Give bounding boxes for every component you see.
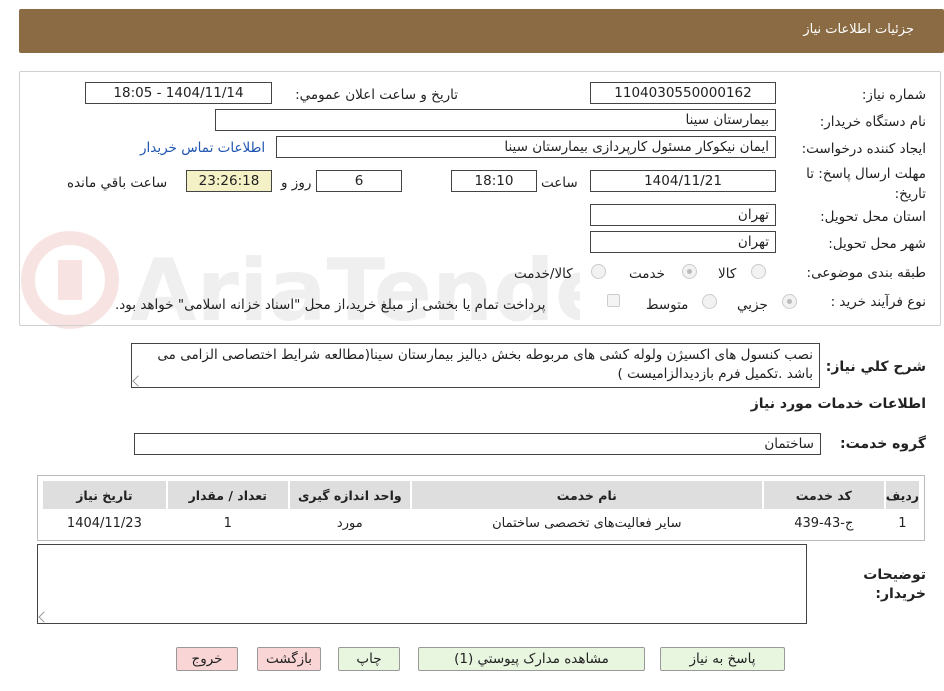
resize-handle-icon[interactable] xyxy=(132,375,144,387)
province-field: تهران xyxy=(590,204,776,226)
process-option-minor: جزيي xyxy=(737,297,768,313)
category-option-goods: کالا xyxy=(718,266,737,282)
col-date: تاريخ نياز xyxy=(41,479,168,511)
process-label: نوع فرآيند خريد : xyxy=(830,294,926,310)
description-textarea[interactable]: نصب کنسول های اکسیژن ولوله کشی های مربوط… xyxy=(131,343,820,388)
col-qty: تعداد / مقدار xyxy=(165,479,290,511)
announce-label: تاریخ و ساعت اعلان عمومي: xyxy=(295,87,458,103)
cell-name: ساير فعاليت‌های تخصصی ساختمان xyxy=(409,509,764,537)
cell-date: 1404/11/23 xyxy=(41,509,168,537)
table-header-row: رديف کد خدمت نام خدمت واحد اندازه گيری ت… xyxy=(41,479,922,511)
time-label: ساعت xyxy=(541,175,578,191)
page-title: جزئیات اطلاعات نیاز xyxy=(803,22,914,37)
exit-button[interactable]: خروج xyxy=(176,647,238,671)
process-radio-minor[interactable] xyxy=(782,294,797,309)
attachments-button[interactable]: مشاهده مدارک پيوستي (1) xyxy=(418,647,645,671)
city-label: شهر محل تحویل: xyxy=(828,236,926,252)
announce-field: 1404/11/14 - 18:05 xyxy=(85,82,272,104)
col-name: نام خدمت xyxy=(409,479,764,511)
buyer-org-label: نام دستگاه خريدار: xyxy=(819,114,926,130)
cell-unit: مورد xyxy=(287,509,412,537)
print-button[interactable]: چاپ xyxy=(338,647,400,671)
treasury-checkbox[interactable] xyxy=(607,294,620,307)
buyer-org-field: بيمارستان سينا xyxy=(215,109,776,131)
reply-button[interactable]: پاسخ به نياز xyxy=(660,647,785,671)
category-label: طبقه بندی موضوعی: xyxy=(806,265,926,281)
services-table: رديف کد خدمت نام خدمت واحد اندازه گيری ت… xyxy=(37,475,925,541)
deadline-date-field: 1404/11/21 xyxy=(590,170,776,192)
resize-handle-icon[interactable] xyxy=(38,611,50,623)
services-title: اطلاعات خدمات مورد نياز xyxy=(750,396,926,412)
page-header: جزئیات اطلاعات نیاز xyxy=(19,9,944,53)
requester-field: ايمان نيکوکار مسئول کارپردازی بيمارستان … xyxy=(276,136,776,158)
process-radio-medium[interactable] xyxy=(702,294,717,309)
need-number-field: 1104030550000162 xyxy=(590,82,776,104)
category-radio-service[interactable] xyxy=(682,264,697,279)
deadline-time-field: 18:10 xyxy=(451,170,537,192)
need-number-label: شماره نیاز: xyxy=(861,87,926,103)
category-option-service: خدمت xyxy=(629,266,665,282)
category-option-goods-service: کالا/خدمت xyxy=(514,266,573,282)
days-field: 6 xyxy=(316,170,402,192)
cell-code: ج-43-439 xyxy=(761,509,886,537)
buyer-notes-textarea[interactable] xyxy=(37,544,807,624)
contact-buyer-link[interactable]: اطلاعات تماس خريدار xyxy=(140,140,265,156)
payment-note: پرداخت تمام يا بخشی از مبلغ خريد،از محل … xyxy=(115,297,546,313)
description-text: نصب کنسول های اکسیژن ولوله کشی های مربوط… xyxy=(157,347,813,382)
remaining-time-field: 23:26:18 xyxy=(186,170,272,192)
days-label: روز و xyxy=(281,175,312,191)
remaining-label: ساعت باقي مانده xyxy=(67,175,168,191)
cell-row: 1 xyxy=(883,509,922,537)
requester-label: ايجاد کننده درخواست: xyxy=(801,141,926,157)
col-row: رديف xyxy=(883,479,922,511)
category-radio-goods[interactable] xyxy=(751,264,766,279)
col-code: کد خدمت xyxy=(761,479,886,511)
service-group-label: گروه خدمت: xyxy=(840,436,926,452)
description-label: شرح کلي نياز: xyxy=(825,359,926,375)
service-group-field: ساختمان xyxy=(134,433,821,455)
back-button[interactable]: بازگشت xyxy=(257,647,321,671)
province-label: استان محل تحویل: xyxy=(820,209,926,225)
process-option-medium: متوسط xyxy=(646,297,689,313)
deadline-label: مهلت ارسال پاسخ: تا تاریخ: xyxy=(806,166,926,202)
table-row: 1 ج-43-439 ساير فعاليت‌های تخصصی ساختمان… xyxy=(41,509,922,537)
cell-qty: 1 xyxy=(165,509,290,537)
category-radio-goods-service[interactable] xyxy=(591,264,606,279)
notes-label: توضيحات خريدار: xyxy=(863,567,926,602)
col-unit: واحد اندازه گيری xyxy=(287,479,412,511)
city-field: تهران xyxy=(590,231,776,253)
